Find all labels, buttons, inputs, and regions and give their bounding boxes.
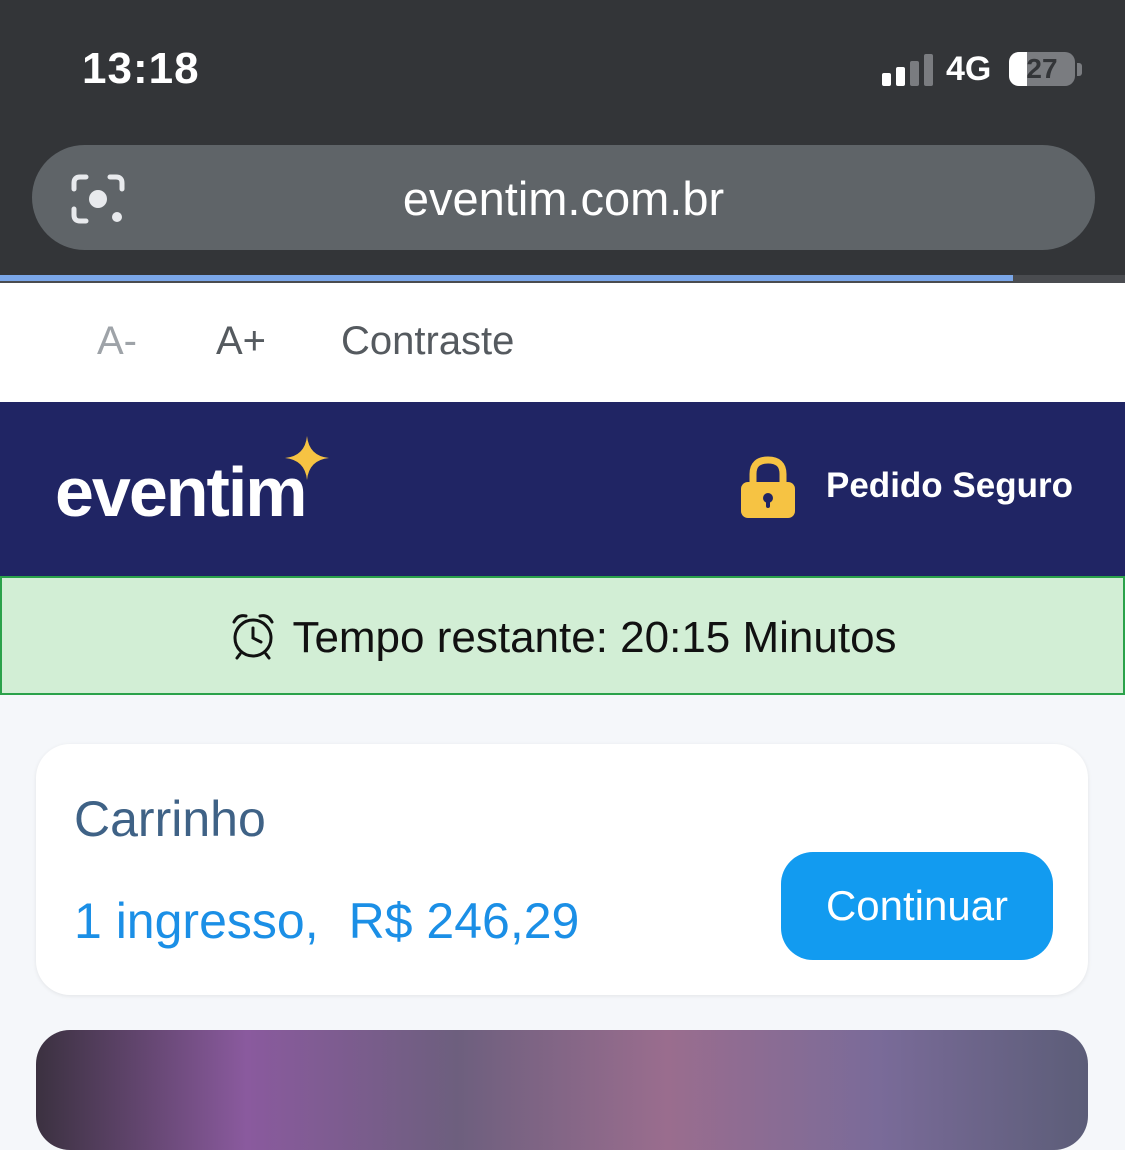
accessibility-bar: A- A+ Contraste [0, 283, 1125, 402]
lock-icon [741, 456, 795, 518]
time-remaining-text: Tempo restante: 20:15 Minutos [292, 613, 897, 662]
contrast-button[interactable]: Contraste [341, 319, 514, 364]
cart-total: R$ 246,29 [348, 893, 580, 949]
alarm-clock-icon [232, 614, 274, 660]
font-increase-button[interactable]: A+ [216, 319, 266, 364]
site-header: eventim Pedido Seguro [0, 402, 1125, 576]
signal-icon [882, 52, 934, 86]
battery-level: 27 [1026, 53, 1058, 84]
status-time: 13:18 [82, 44, 200, 93]
battery-icon: 27 [1009, 52, 1075, 86]
address-bar[interactable]: eventim.com.br [32, 145, 1095, 250]
cart-summary: 1 ingresso, R$ 246,29 [74, 892, 579, 950]
page-load-progress-fill [0, 275, 1013, 281]
continue-button[interactable]: Continuar [781, 852, 1053, 960]
cart-title: Carrinho [74, 791, 266, 847]
browser-chrome: 13:18 4G 27 eventim.com.br [0, 0, 1125, 283]
time-remaining-banner: Tempo restante: 20:15 Minutos [0, 576, 1125, 695]
eventim-logo[interactable]: eventim [55, 436, 345, 542]
logo-text: eventim [55, 453, 308, 531]
secure-order-label: Pedido Seguro [826, 466, 1073, 505]
battery-tip [1077, 63, 1082, 76]
timer-row: Tempo restante: 20:15 Minutos [2, 610, 1123, 663]
ticket-count: 1 ingresso, [74, 893, 319, 949]
url-text[interactable]: eventim.com.br [32, 171, 1095, 226]
page-load-progress [0, 275, 1125, 283]
font-decrease-button[interactable]: A- [97, 319, 137, 364]
event-image-card[interactable] [36, 1030, 1088, 1150]
sparkle-icon [285, 436, 329, 480]
cart-card: Carrinho 1 ingresso, R$ 246,29 Continuar [36, 744, 1088, 995]
network-type: 4G [946, 50, 992, 88]
